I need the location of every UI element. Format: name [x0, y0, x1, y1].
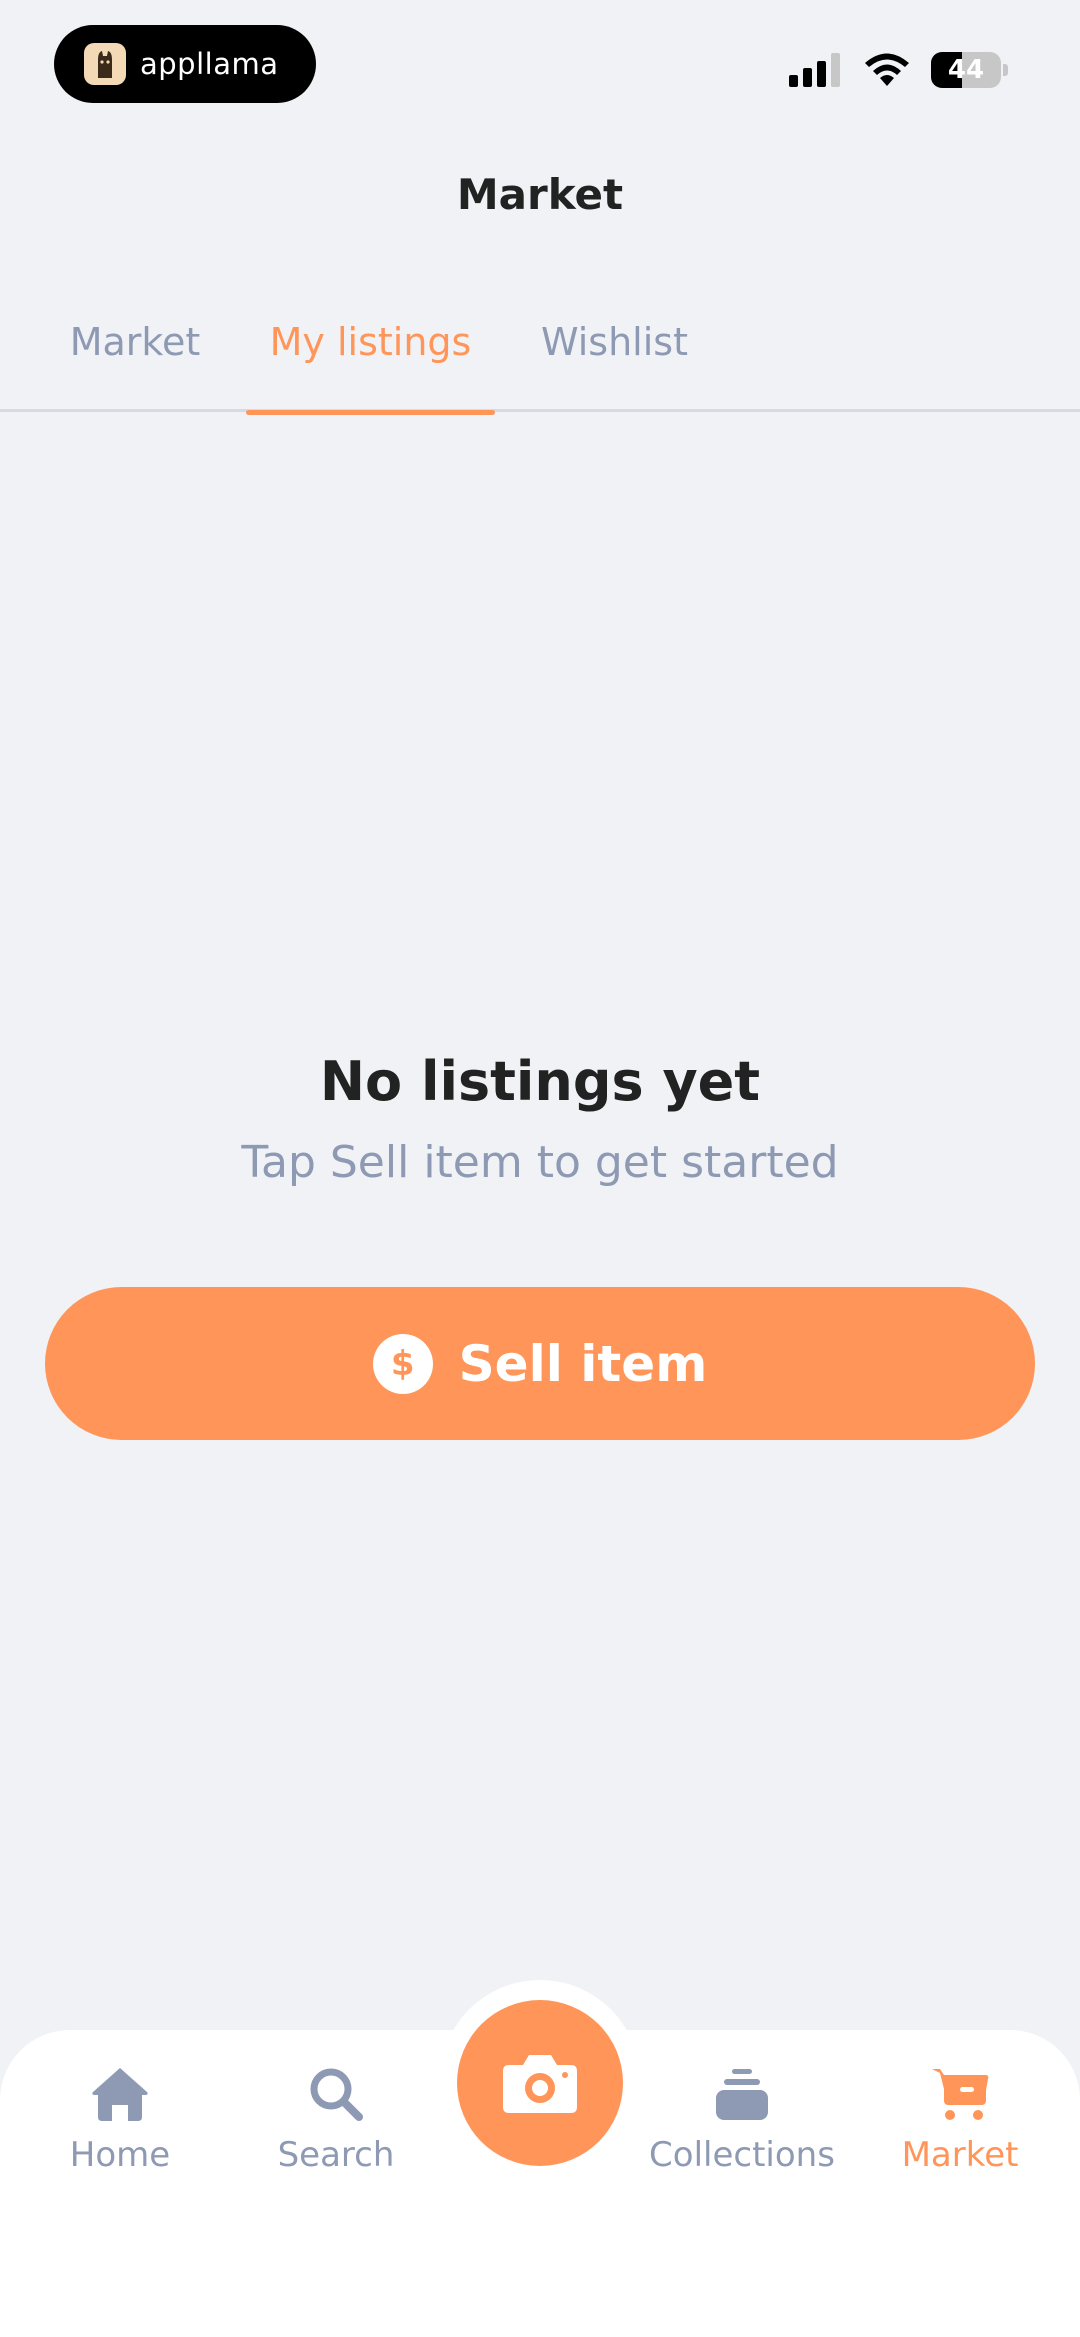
camera-icon [503, 2055, 577, 2113]
sell-item-label: Sell item [458, 1334, 708, 1393]
empty-state-subtitle: Tap Sell item to get started [241, 1137, 839, 1188]
nav-label: Collections [649, 2135, 835, 2175]
tab-bar: Market My listings Wishlist [0, 320, 1080, 415]
tab-label: My listings [269, 320, 472, 364]
tab-wishlist[interactable]: Wishlist [532, 320, 697, 412]
cart-icon [932, 2069, 989, 2120]
tab-label: Wishlist [541, 320, 688, 364]
brand-name: appllama [140, 47, 279, 81]
tab-label: Market [69, 320, 201, 364]
dollar-icon: $ [372, 1333, 433, 1394]
tab-market[interactable]: Market [60, 320, 210, 412]
battery-nub [1003, 64, 1008, 76]
home-icon [92, 2068, 148, 2121]
sell-item-button[interactable]: $ Sell item [45, 1287, 1035, 1440]
page-title: Market [456, 170, 624, 219]
nav-item-collections[interactable]: Collections [642, 2065, 842, 2175]
wifi-icon [865, 53, 909, 86]
nav-label: Market [901, 2135, 1019, 2175]
system-status-icons: 44 [789, 52, 1008, 88]
nav-item-home[interactable]: Home [20, 2065, 220, 2175]
search-icon [310, 2068, 363, 2121]
empty-state-title: No listings yet [319, 1050, 761, 1113]
status-bar: appllama 44 [0, 0, 1080, 130]
stack-icon [716, 2069, 768, 2120]
battery-icon: 44 [931, 52, 1001, 88]
llama-logo-icon [84, 43, 126, 85]
nav-item-search[interactable]: Search [236, 2065, 436, 2175]
cellular-signal-icon [789, 53, 840, 87]
nav-item-market[interactable]: Market [860, 2065, 1060, 2175]
tab-my-listings[interactable]: My listings [246, 320, 495, 415]
nav-label: Home [69, 2135, 171, 2175]
battery-level: 44 [947, 55, 985, 85]
camera-button[interactable] [457, 2000, 623, 2166]
brand-badge[interactable]: appllama [54, 25, 316, 103]
nav-label: Search [277, 2135, 395, 2175]
